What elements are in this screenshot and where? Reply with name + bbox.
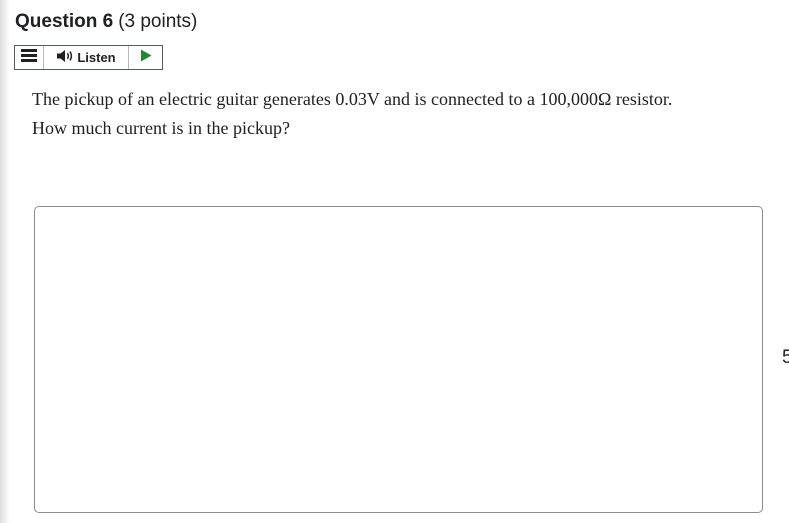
play-button[interactable]	[129, 46, 162, 69]
question-text: The pickup of an electric guitar generat…	[32, 85, 772, 143]
left-edge-shadow	[0, 0, 10, 523]
question-text-line-2: How much current is in the pickup?	[32, 118, 290, 138]
hamburger-menu-icon	[21, 48, 37, 67]
cut-off-text-fragment: 5	[782, 347, 789, 368]
question-header: Question 6 (3 points)	[15, 11, 197, 33]
toolbar-menu-button[interactable]	[15, 46, 44, 69]
question-title: Question 6	[15, 11, 114, 32]
question-text-line-1: The pickup of an electric guitar generat…	[32, 89, 673, 109]
listen-button[interactable]: Listen	[44, 46, 129, 69]
listen-toolbar: Listen	[14, 45, 163, 70]
listen-label: Listen	[77, 50, 116, 65]
page: Question 6 (3 points) Listen The pickup …	[0, 0, 789, 523]
speaker-icon	[56, 49, 74, 66]
answer-textarea[interactable]	[34, 206, 763, 513]
play-icon	[140, 49, 152, 67]
question-points: (3 points)	[118, 11, 198, 32]
